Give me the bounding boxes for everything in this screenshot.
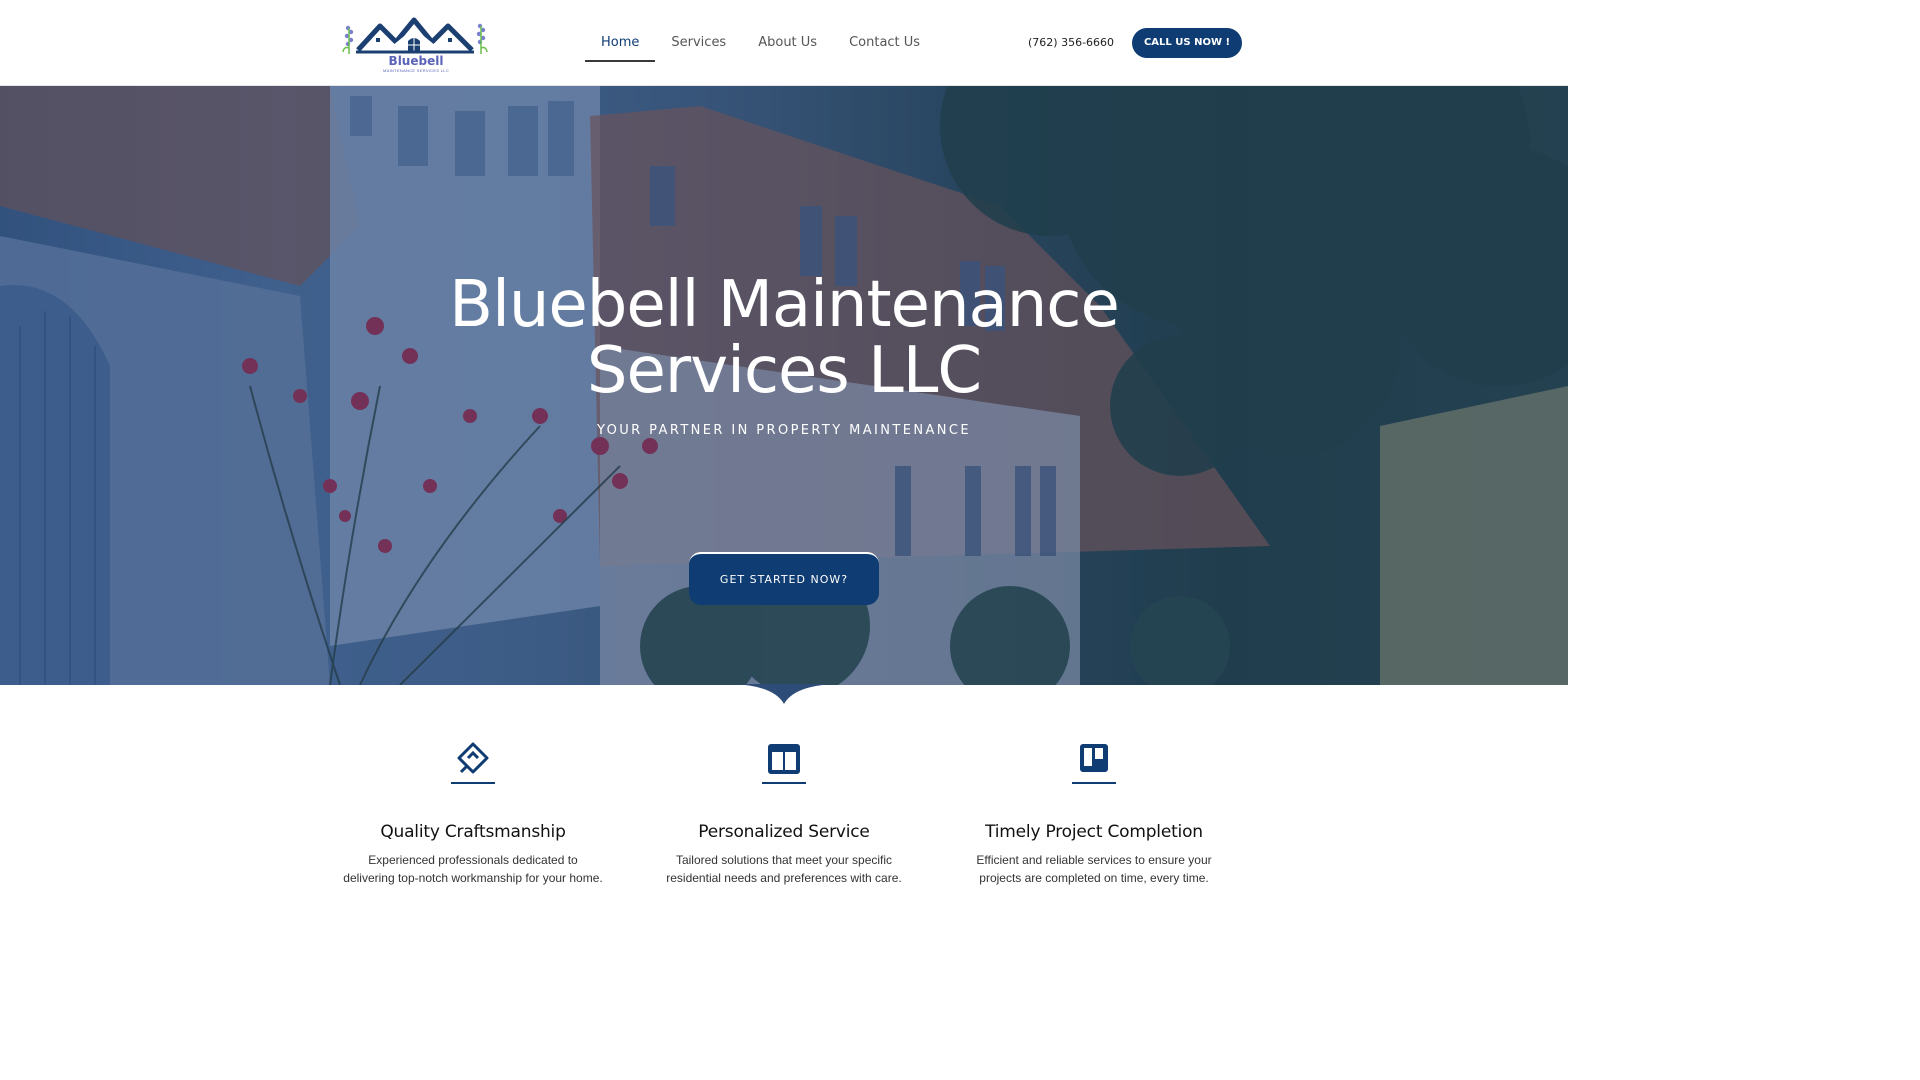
feature-underline bbox=[1072, 782, 1116, 784]
call-us-now-button[interactable]: CALL US NOW ! bbox=[1132, 28, 1242, 58]
phone-number[interactable]: (762) 356-6660 bbox=[1028, 36, 1114, 49]
feature-quality-craftsmanship: Quality Craftsmanship Experienced profes… bbox=[318, 738, 628, 887]
nav-home[interactable]: Home bbox=[585, 26, 656, 62]
feature-description: Experienced professionals dedicated to d… bbox=[318, 851, 628, 887]
feature-description-line-2: delivering top-notch workmanship for you… bbox=[343, 871, 603, 885]
logo-name: Bluebell bbox=[388, 54, 444, 68]
feature-description-line-2: projects are completed on time, every ti… bbox=[979, 871, 1209, 885]
feature-timely-project-completion: Timely Project Completion Efficient and … bbox=[939, 738, 1249, 887]
hero-section: Bluebell Maintenance Services LLC YOUR P… bbox=[0, 86, 1568, 685]
site-header: Bluebell MAINTENANCE SERVICES LLC Home S… bbox=[0, 0, 1568, 86]
board-icon bbox=[1072, 738, 1116, 782]
nav-contact-us[interactable]: Contact Us bbox=[833, 26, 936, 62]
feature-underline bbox=[762, 782, 806, 784]
feature-title: Personalized Service bbox=[698, 822, 870, 842]
logo-subtitle: MAINTENANCE SERVICES LLC bbox=[382, 68, 450, 73]
feature-description: Efficient and reliable services to ensur… bbox=[939, 851, 1249, 887]
hero-notch-divider bbox=[734, 684, 834, 704]
feature-description-line-1: Efficient and reliable services to ensur… bbox=[976, 853, 1212, 867]
hero-title: Bluebell Maintenance Services LLC bbox=[384, 272, 1184, 404]
hero-title-line-1: Bluebell Maintenance bbox=[449, 268, 1120, 342]
feature-description-line-1: Experienced professionals dedicated to bbox=[368, 853, 578, 867]
hero-subtitle: YOUR PARTNER IN PROPERTY MAINTENANCE bbox=[597, 423, 971, 438]
feature-description-line-2: residential needs and preferences with c… bbox=[666, 871, 902, 885]
logo[interactable]: Bluebell MAINTENANCE SERVICES LLC bbox=[340, 14, 490, 76]
get-started-button[interactable]: GET STARTED NOW? bbox=[689, 552, 879, 605]
feature-description-line-1: Tailored solutions that meet your specif… bbox=[675, 853, 893, 867]
hero-title-line-2: Services LLC bbox=[586, 334, 982, 408]
feature-title: Timely Project Completion bbox=[985, 822, 1203, 842]
feature-underline bbox=[451, 782, 495, 784]
main-nav: Home Services About Us Contact Us bbox=[585, 26, 936, 62]
diamond-link-icon bbox=[451, 738, 495, 782]
columns-icon bbox=[762, 738, 806, 782]
nav-services[interactable]: Services bbox=[655, 26, 742, 62]
feature-title: Quality Craftsmanship bbox=[380, 822, 566, 842]
feature-personalized-service: Personalized Service Tailored solutions … bbox=[629, 738, 939, 887]
nav-about-us[interactable]: About Us bbox=[742, 26, 833, 62]
feature-description: Tailored solutions that meet your specif… bbox=[629, 851, 939, 887]
